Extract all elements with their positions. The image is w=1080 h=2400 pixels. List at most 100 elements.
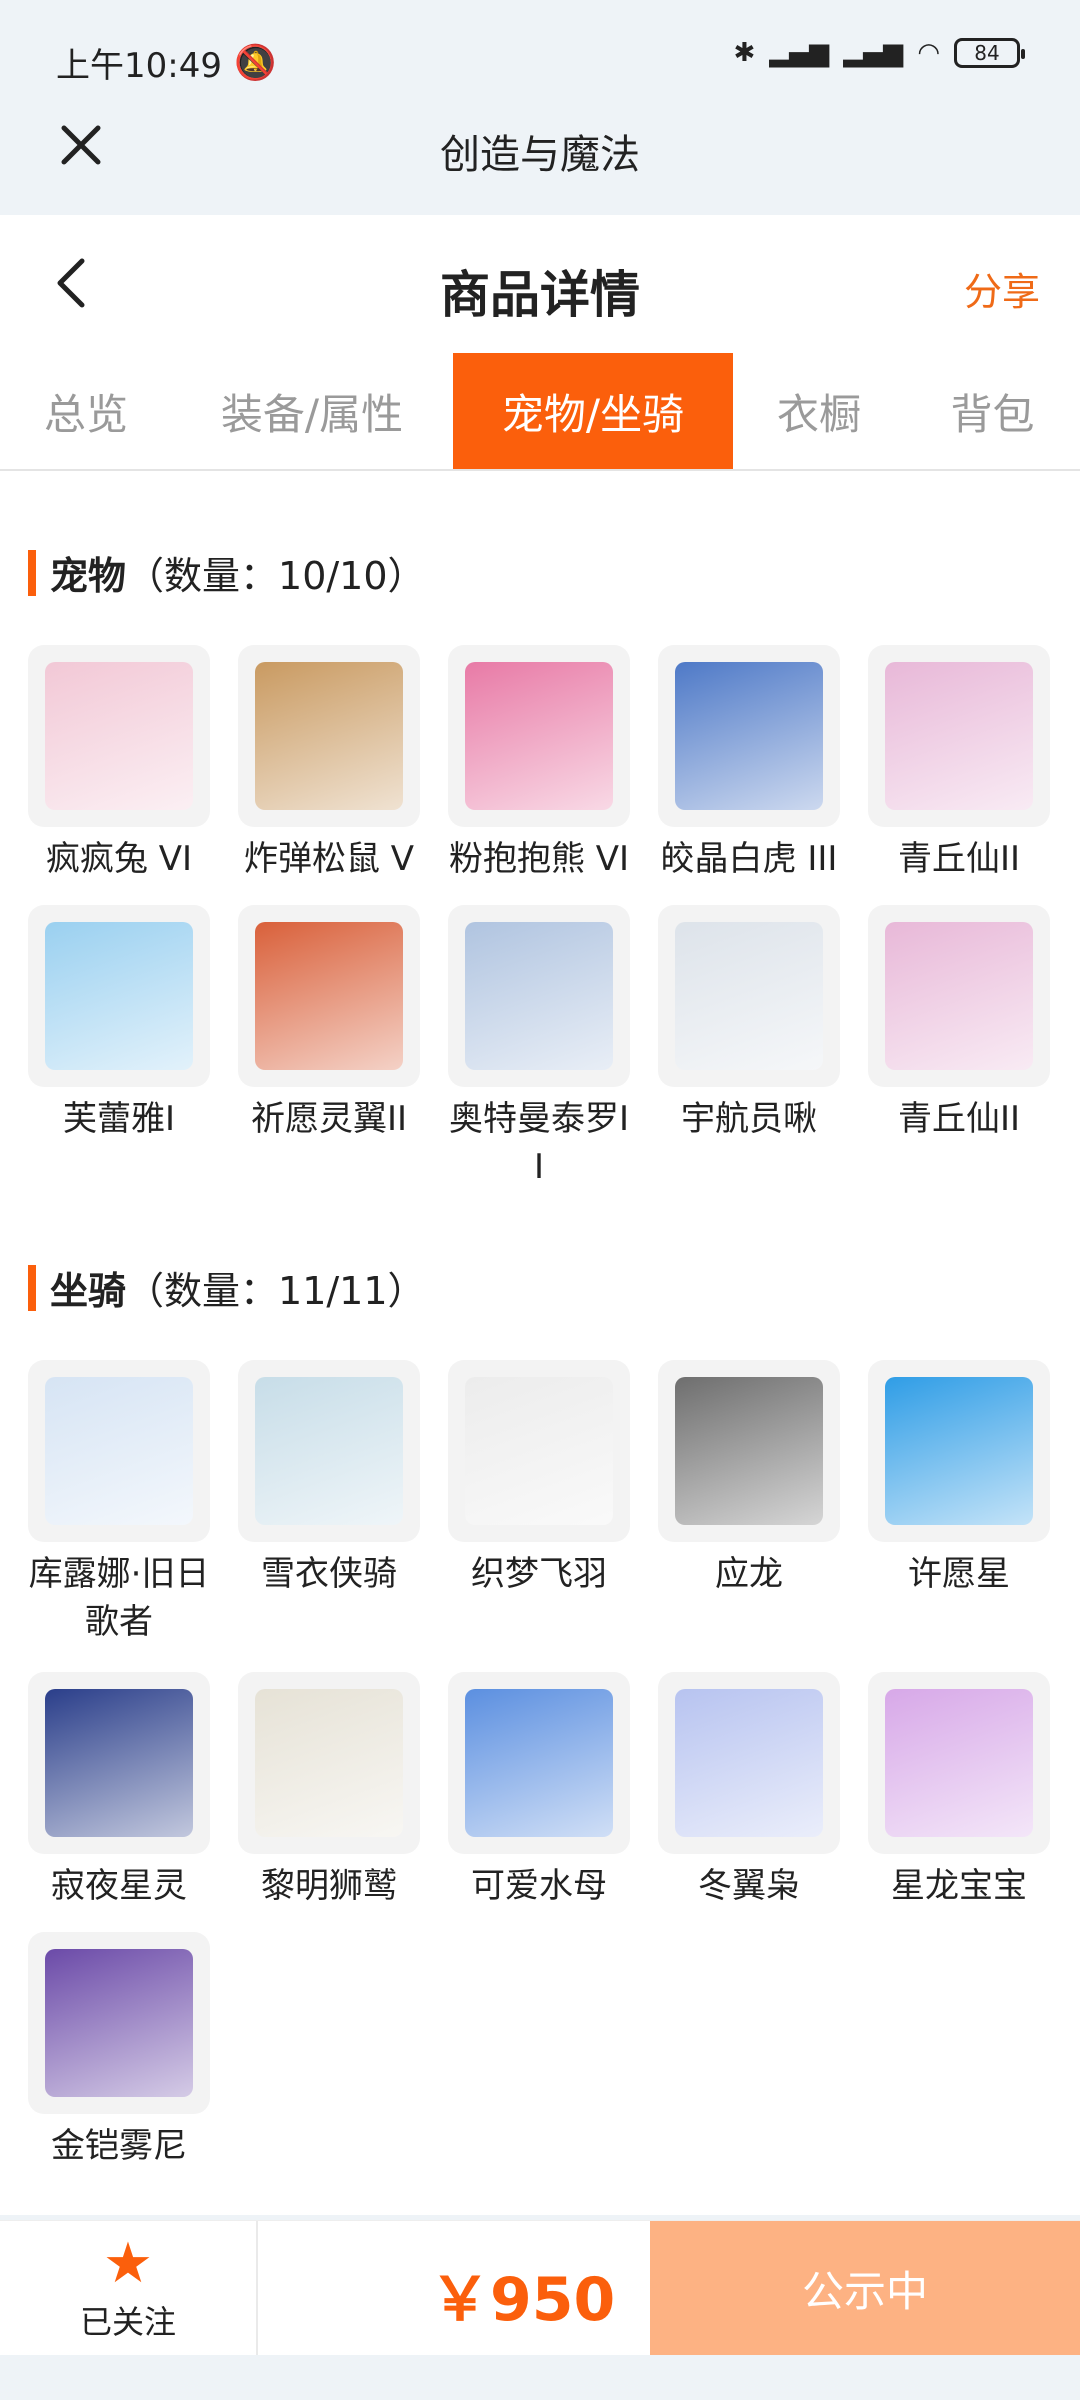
- grid-item[interactable]: 疯疯兔 VI: [28, 645, 210, 883]
- page-title: 商品详情: [440, 266, 640, 324]
- grid-item[interactable]: 皎晶白虎 III: [658, 645, 840, 883]
- bluetooth-icon: ✱: [733, 38, 756, 68]
- bottom-bar: ★ 已关注 ￥950 公示中: [0, 2220, 1080, 2356]
- item-image: [885, 1377, 1033, 1525]
- item-label: 黎明狮鹫: [261, 1866, 397, 1906]
- mounts-section-title: 坐骑 （数量：11/11）: [28, 1260, 426, 1315]
- system-nav-area: [0, 2355, 1080, 2400]
- item-label: 许愿星: [908, 1554, 1010, 1594]
- grid-item[interactable]: 青丘仙II: [868, 645, 1050, 883]
- item-image: [885, 1689, 1033, 1837]
- item-label: 奥特曼泰罗II: [448, 1099, 630, 1187]
- item-thumbnail: [868, 905, 1050, 1087]
- grid-item[interactable]: 许愿星: [868, 1360, 1050, 1598]
- item-label: 宇航员啾: [681, 1099, 817, 1139]
- item-image: [255, 922, 403, 1070]
- price: ￥950: [430, 2265, 616, 2335]
- battery-indicator: 84: [954, 38, 1025, 68]
- item-image: [45, 662, 193, 810]
- clock: 上午10:49: [56, 46, 222, 86]
- item-image: [675, 1377, 823, 1525]
- item-label: 可爱水母: [471, 1866, 607, 1906]
- item-label: 雪衣侠骑: [261, 1554, 397, 1594]
- grid-item[interactable]: 应龙: [658, 1360, 840, 1598]
- share-button[interactable]: 分享: [964, 261, 1040, 316]
- item-image: [675, 922, 823, 1070]
- item-label: 青丘仙II: [897, 1099, 1021, 1139]
- grid-item[interactable]: 宇航员啾: [658, 905, 840, 1143]
- item-thumbnail: [658, 645, 840, 827]
- item-image: [45, 922, 193, 1070]
- item-label: 寂夜星灵: [51, 1866, 187, 1906]
- status-button[interactable]: 公示中: [650, 2221, 1080, 2356]
- pets-section-title: 宠物 （数量：10/10）: [28, 545, 426, 600]
- item-thumbnail: [28, 1932, 210, 2114]
- grid-item[interactable]: 粉抱抱熊 VI: [448, 645, 630, 883]
- item-thumbnail: [238, 1672, 420, 1854]
- item-image: [45, 1689, 193, 1837]
- item-label: 青丘仙II: [897, 839, 1021, 879]
- item-label: 库露娜·旧日歌者: [28, 1554, 210, 1642]
- follow-label: 已关注: [79, 2302, 176, 2341]
- item-image: [465, 922, 613, 1070]
- signal-icon: ▂▄▆: [769, 38, 830, 68]
- grid-item[interactable]: 炸弹松鼠 V: [238, 645, 420, 883]
- nav-row: 商品详情 分享: [0, 215, 1080, 350]
- grid-item[interactable]: 织梦飞羽: [448, 1360, 630, 1598]
- item-thumbnail: [28, 1672, 210, 1854]
- item-label: 炸弹松鼠 V: [243, 839, 415, 879]
- item-image: [885, 662, 1033, 810]
- section-count: （数量：10/10）: [126, 554, 426, 598]
- section-accent-bar: [28, 549, 36, 596]
- item-thumbnail: [28, 1360, 210, 1542]
- grid-item[interactable]: 可爱水母: [448, 1672, 630, 1910]
- item-label: 祈愿灵翼II: [250, 1099, 408, 1139]
- section-name: 宠物: [50, 554, 127, 598]
- tab-bag[interactable]: 背包: [905, 353, 1080, 469]
- item-thumbnail: [868, 1672, 1050, 1854]
- item-thumbnail: [28, 645, 210, 827]
- status-bar: 上午10:49 🔕 ✱ ▂▄▆ ▂▄▆ ◠ 84: [0, 0, 1080, 120]
- grid-item[interactable]: 冬翼枭: [658, 1672, 840, 1910]
- tab-pets-mounts[interactable]: 宠物/坐骑: [453, 353, 733, 469]
- grid-item[interactable]: 青丘仙II: [868, 905, 1050, 1143]
- item-thumbnail: [448, 1360, 630, 1542]
- item-thumbnail: [28, 905, 210, 1087]
- item-image: [465, 662, 613, 810]
- item-image: [465, 1689, 613, 1837]
- tab-overview[interactable]: 总览: [0, 353, 172, 469]
- item-image: [885, 922, 1033, 1070]
- grid-item[interactable]: 星龙宝宝: [868, 1672, 1050, 1910]
- section-count: （数量：11/11）: [126, 1269, 426, 1313]
- tab-equipment[interactable]: 装备/属性: [172, 353, 452, 469]
- wifi-icon: ◠: [917, 38, 940, 68]
- item-thumbnail: [658, 1360, 840, 1542]
- item-label: 星龙宝宝: [891, 1866, 1027, 1906]
- item-image: [255, 662, 403, 810]
- grid-item[interactable]: 奥特曼泰罗II: [448, 905, 630, 1191]
- item-thumbnail: [238, 645, 420, 827]
- grid-item[interactable]: 祈愿灵翼II: [238, 905, 420, 1143]
- item-image: [675, 662, 823, 810]
- grid-item[interactable]: 雪衣侠骑: [238, 1360, 420, 1598]
- grid-item[interactable]: 库露娜·旧日歌者: [28, 1360, 210, 1646]
- grid-item[interactable]: 芙蕾雅I: [28, 905, 210, 1143]
- grid-item[interactable]: 寂夜星灵: [28, 1672, 210, 1910]
- follow-button[interactable]: ★ 已关注: [0, 2221, 258, 2356]
- item-image: [465, 1377, 613, 1525]
- signal-icon-2: ▂▄▆: [843, 38, 904, 68]
- item-image: [255, 1377, 403, 1525]
- item-label: 皎晶白虎 III: [660, 839, 838, 879]
- item-thumbnail: [238, 905, 420, 1087]
- app-header: 创造与魔法: [0, 120, 1080, 215]
- item-label: 疯疯兔 VI: [45, 839, 193, 879]
- item-thumbnail: [868, 1360, 1050, 1542]
- grid-item[interactable]: 黎明狮鹫: [238, 1672, 420, 1910]
- item-thumbnail: [448, 1672, 630, 1854]
- item-thumbnail: [448, 645, 630, 827]
- item-label: 粉抱抱熊 VI: [448, 839, 630, 879]
- item-label: 金铠雾尼: [51, 2126, 187, 2166]
- star-icon: ★: [102, 2230, 154, 2296]
- grid-item[interactable]: 金铠雾尼: [28, 1932, 210, 2170]
- tab-wardrobe[interactable]: 衣橱: [733, 353, 905, 469]
